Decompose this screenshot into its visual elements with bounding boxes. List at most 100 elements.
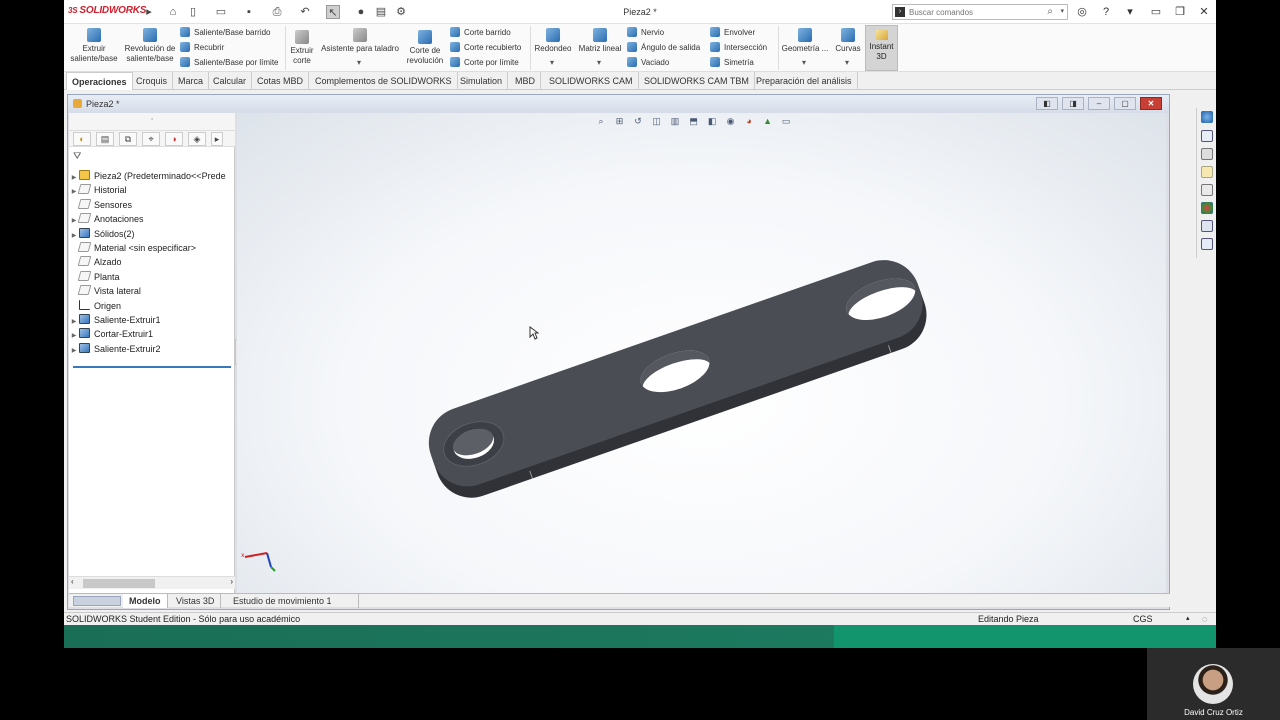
select-icon[interactable]: ↖ (326, 5, 340, 19)
solidworks-logo[interactable]: 3S SOLIDWORKS (68, 5, 146, 16)
swept-boss-button[interactable]: Saliente/Base barrido (180, 26, 271, 40)
configuration-manager-tab-icon[interactable]: ⧉ (119, 132, 137, 146)
tree-item[interactable]: ▶ Historial (69, 183, 127, 197)
intersect-button[interactable]: Intersección (710, 41, 767, 55)
my-home-icon[interactable] (1201, 130, 1213, 142)
feature-tree-tab-icon[interactable]: ◐ (73, 132, 91, 146)
options-gear-icon[interactable]: ⚙ (394, 5, 408, 19)
tile-right-icon[interactable]: ◨ (1062, 97, 1084, 110)
search-input[interactable] (909, 6, 1037, 18)
swept-cut-button[interactable]: Corte barrido (450, 26, 511, 40)
search-icon[interactable]: ⌕ (1047, 6, 1053, 17)
help-icon[interactable]: ? (1098, 4, 1114, 20)
scroll-thumb[interactable] (83, 579, 155, 588)
tree-item[interactable]: ▶ Saliente-Extruir1 (69, 313, 161, 327)
lofted-boss-button[interactable]: Recubrir (180, 41, 224, 55)
tree-item[interactable]: Planta (69, 270, 120, 284)
instant3d-button[interactable]: Instant 3D (865, 25, 898, 71)
tree-item[interactable]: ▶ Sólidos(2) (69, 227, 135, 241)
curves-dropdown-icon[interactable]: ▾ (845, 58, 849, 67)
dimxpert-tab-icon[interactable]: ⌖ (142, 132, 160, 146)
rebuild-status-icon[interactable]: ◌ (1202, 613, 1207, 625)
fillet-dropdown-icon[interactable]: ▾ (550, 58, 554, 67)
tab-cotas-mbd[interactable]: Cotas MBD (252, 72, 310, 90)
fillet-button[interactable]: Redondeo (532, 28, 574, 54)
tree-item[interactable]: Alzado (69, 255, 122, 269)
view-palette-icon[interactable] (1201, 184, 1213, 196)
open-folder-icon[interactable]: ▭ (214, 5, 228, 19)
traffic-light-icon[interactable]: ● (354, 5, 368, 19)
units-dropdown-icon[interactable]: ▴ (1186, 613, 1190, 625)
tab-complementos[interactable]: Complementos de SOLIDWORKS (310, 72, 458, 90)
rollback-bar[interactable] (73, 366, 231, 368)
design-library-icon[interactable] (1201, 148, 1213, 160)
scroll-left-icon[interactable]: ‹ (71, 577, 74, 586)
tree-item[interactable]: Material <sin especificar> (69, 241, 196, 255)
chevron-down-icon[interactable]: ▾ (1060, 7, 1064, 15)
file-properties-icon[interactable]: ▤ (374, 5, 388, 19)
forum-icon[interactable] (1201, 238, 1213, 250)
boundary-cut-button[interactable]: Corte por límite (450, 56, 519, 70)
tab-solidworks-cam[interactable]: SOLIDWORKS CAM (544, 72, 639, 90)
extrude-boss-button[interactable]: Extruir saliente/base (66, 28, 122, 64)
cam-tab-icon[interactable]: ◈ (188, 132, 206, 146)
undo-icon[interactable]: ↶ (298, 5, 312, 19)
hole-wizard-button[interactable]: Asistente para taladro (318, 28, 402, 54)
property-manager-tab-icon[interactable]: ▤ (96, 132, 114, 146)
tab-marca[interactable]: Marca (173, 72, 210, 90)
tab-solidworks-cam-tbm[interactable]: SOLIDWORKS CAM TBM (639, 72, 755, 90)
graphics-area[interactable]: ⌕ ⊞ ↺ ◫ ▥ ⬒ ◧ ◉ ◕ ▲ ▭ x (237, 113, 1166, 593)
tree-item[interactable]: ▶ Cortar-Extruir1 (69, 327, 153, 341)
curves-button[interactable]: Curvas (832, 28, 864, 54)
restore-icon[interactable]: ❐ (1172, 4, 1188, 20)
tree-item[interactable]: Vista lateral (69, 284, 141, 298)
help-dropdown-icon[interactable]: ▾ (1122, 4, 1138, 20)
feature-tree-scrollbar[interactable]: ‹ › (69, 576, 235, 589)
home-icon[interactable]: ⌂ (166, 5, 180, 19)
revolved-cut-button[interactable]: Corte de revolución (404, 30, 446, 66)
scroll-right-icon[interactable]: › (230, 577, 233, 586)
close-icon[interactable]: ✕ (1196, 4, 1212, 20)
doc-maximize-icon[interactable]: ▢ (1114, 97, 1136, 110)
shell-button[interactable]: Vaciado (627, 56, 669, 70)
tab-operaciones[interactable]: Operaciones (66, 72, 133, 90)
extruded-cut-button[interactable]: Extruir corte (288, 30, 316, 66)
tree-item[interactable]: ▶ Saliente-Extruir2 (69, 342, 161, 356)
tree-item[interactable]: Origen (69, 299, 121, 313)
filter-icon[interactable]: ⛛ (73, 151, 233, 165)
tab-estudio-movimiento[interactable]: Estudio de movimiento 1 (227, 594, 359, 608)
tab-mbd[interactable]: MBD (510, 72, 541, 90)
solidworks-resources-icon[interactable] (1201, 111, 1213, 123)
draft-button[interactable]: Ángulo de salida (627, 41, 700, 55)
doc-minimize-icon[interactable]: – (1088, 97, 1110, 110)
reference-geometry-button[interactable]: Geometría ... (780, 28, 830, 54)
tab-navigation-arrows[interactable] (73, 596, 121, 606)
tab-preparacion-analisis[interactable]: Preparación del análisis (751, 72, 858, 90)
rib-button[interactable]: Nervio (627, 26, 664, 40)
tab-vistas-3d[interactable]: Vistas 3D (170, 594, 222, 608)
tree-item[interactable]: Sensores (69, 198, 132, 212)
panel-collapse-handle[interactable]: ▫ (69, 113, 235, 131)
tab-calcular[interactable]: Calcular (208, 72, 253, 90)
custom-properties-icon[interactable] (1201, 220, 1213, 232)
mirror-button[interactable]: Simetría (710, 56, 754, 70)
search-box[interactable]: › ⌕ ▾ (892, 4, 1068, 20)
wrap-button[interactable]: Envolver (710, 26, 755, 40)
linear-pattern-button[interactable]: Matriz lineal (576, 28, 624, 54)
tab-scroll-right-icon[interactable]: ▸ (211, 132, 223, 146)
user-account-icon[interactable]: ◎ (1074, 4, 1090, 20)
units-selector[interactable]: CGS (1133, 613, 1153, 625)
tree-item[interactable]: ▶ Anotaciones (69, 212, 144, 226)
new-document-icon[interactable]: ▯ (186, 5, 200, 19)
tree-item[interactable]: ▶ Pieza2 (Predeterminado<<Prede (69, 169, 226, 183)
revolve-boss-button[interactable]: Revolución de saliente/base (122, 28, 178, 64)
pattern-dropdown-icon[interactable]: ▾ (597, 58, 601, 67)
minimize-icon[interactable]: ▭ (1148, 4, 1164, 20)
display-manager-tab-icon[interactable]: ◑ (165, 132, 183, 146)
menu-expand-icon[interactable]: ▸ (142, 5, 156, 19)
expand-arrow-icon[interactable]: ▶ (69, 344, 79, 358)
boundary-boss-button[interactable]: Saliente/Base por límite (180, 56, 279, 70)
appearances-icon[interactable] (1201, 202, 1213, 214)
ref-geometry-dropdown-icon[interactable]: ▾ (802, 58, 806, 67)
tab-modelo[interactable]: Modelo (123, 594, 168, 608)
